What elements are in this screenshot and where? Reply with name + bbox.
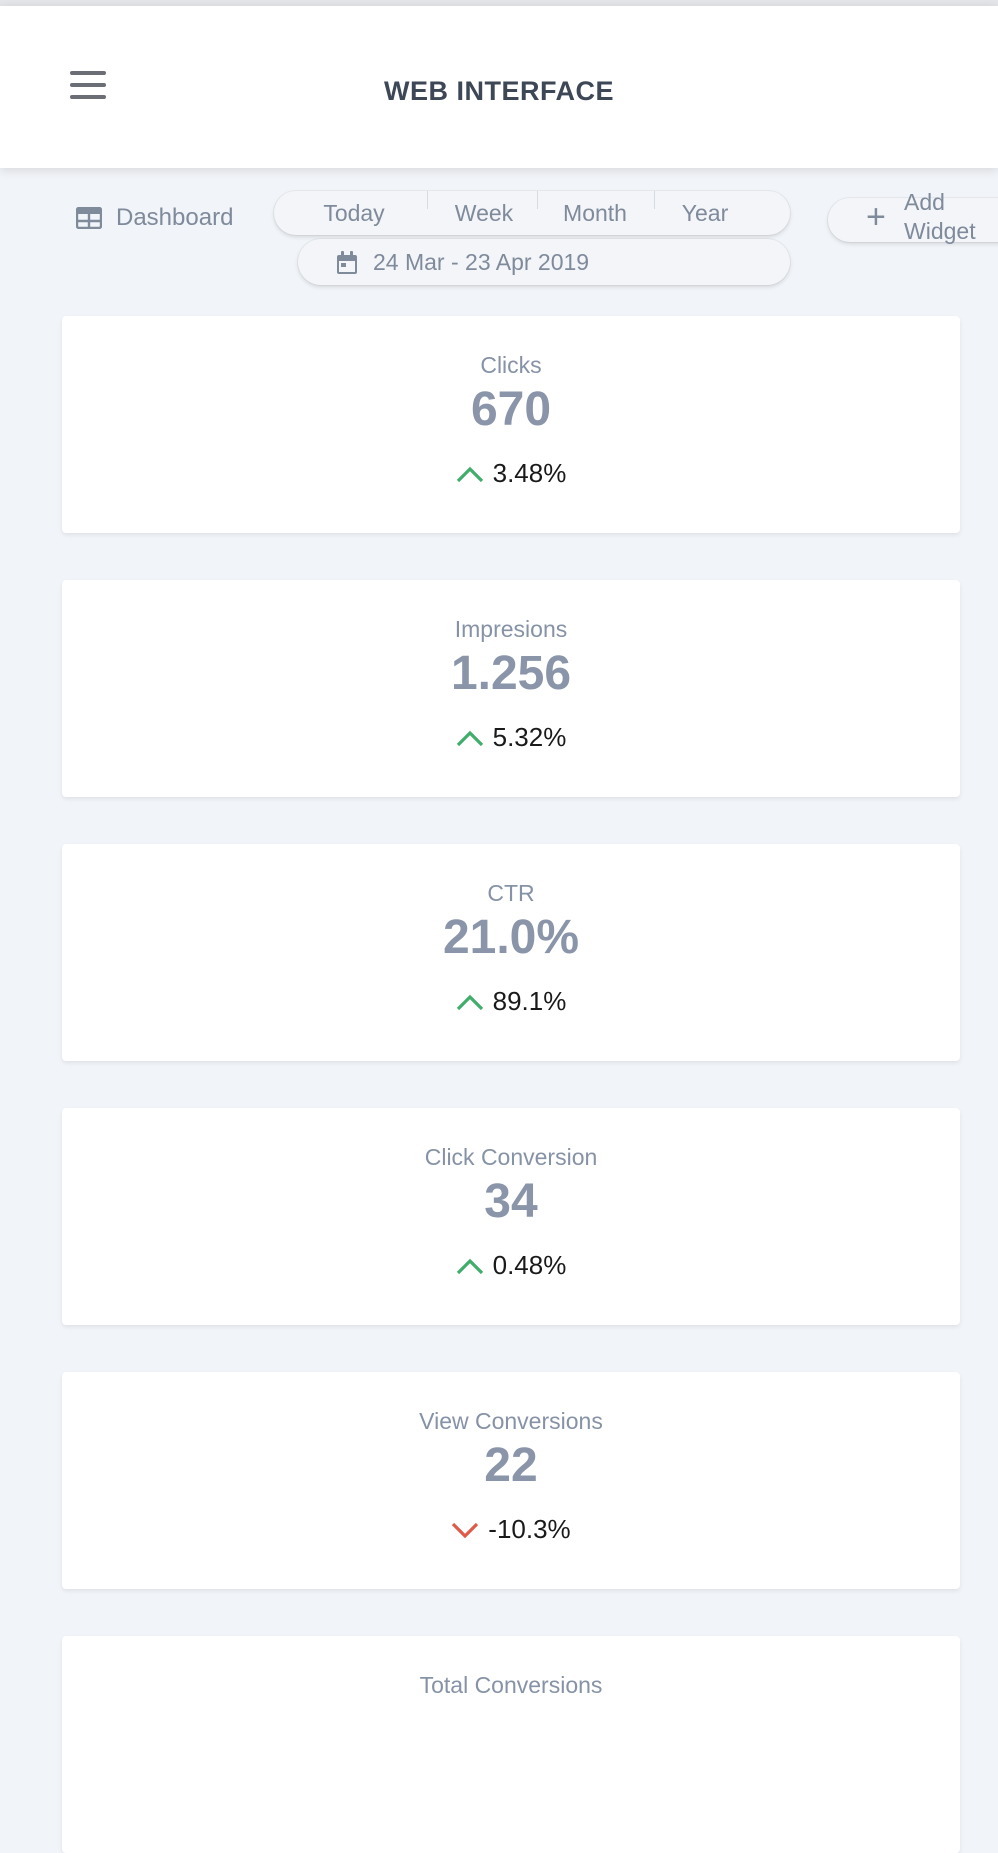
dashboard-link[interactable]: Dashboard bbox=[76, 204, 233, 232]
period-week-button[interactable]: Week bbox=[428, 191, 540, 235]
metric-title: Total Conversions bbox=[419, 1672, 603, 1698]
date-range-picker[interactable]: 24 Mar - 23 Apr 2019 bbox=[298, 239, 790, 285]
metric-value: 34 bbox=[484, 1175, 538, 1228]
date-range-text: 24 Mar - 23 Apr 2019 bbox=[373, 249, 590, 275]
table-icon bbox=[76, 207, 102, 229]
arrow-up-icon bbox=[456, 466, 483, 482]
metric-value: 21.0% bbox=[442, 911, 580, 964]
metric-title: View Conversions bbox=[419, 1408, 603, 1434]
metric-card-impresions: Impresions 1.256 5.32% bbox=[62, 580, 960, 797]
dashboard-label: Dashboard bbox=[116, 204, 234, 231]
metric-title: Impresions bbox=[454, 616, 568, 642]
metric-change-value: 5.32% bbox=[492, 722, 567, 752]
metric-change: -10.3% bbox=[62, 1514, 960, 1545]
plus-icon: + bbox=[866, 198, 886, 236]
app-header: WEB INTERFACE bbox=[0, 6, 998, 168]
metric-title: Clicks bbox=[480, 352, 542, 378]
calendar-icon bbox=[337, 251, 357, 274]
metric-change-value: 89.1% bbox=[492, 986, 567, 1016]
period-today-button[interactable]: Today bbox=[300, 191, 408, 235]
metric-title: Click Conversion bbox=[424, 1144, 598, 1170]
arrow-up-icon bbox=[456, 730, 483, 746]
period-year-button[interactable]: Year bbox=[655, 191, 755, 235]
metric-value: 22 bbox=[484, 1439, 538, 1492]
period-month-button[interactable]: Month bbox=[538, 191, 652, 235]
metric-value: 1.256 bbox=[450, 647, 572, 700]
metric-change-value: -10.3% bbox=[488, 1514, 571, 1544]
metric-change: 3.48% bbox=[62, 458, 960, 489]
metric-value: 670 bbox=[470, 383, 552, 436]
metric-title: CTR bbox=[487, 880, 535, 906]
arrow-up-icon bbox=[456, 1258, 483, 1274]
metric-change-value: 3.48% bbox=[492, 458, 567, 488]
metric-card-clicks: Clicks 670 3.48% bbox=[62, 316, 960, 533]
add-widget-button[interactable]: + Add Widget bbox=[828, 189, 998, 244]
metric-card-ctr: CTR 21.0% 89.1% bbox=[62, 844, 960, 1061]
metric-card-total-conversions: Total Conversions bbox=[62, 1636, 960, 1853]
arrow-up-icon bbox=[456, 994, 483, 1010]
metric-change: 0.48% bbox=[62, 1250, 960, 1281]
metric-card-click-conversion: Click Conversion 34 0.48% bbox=[62, 1108, 960, 1325]
page-title: WEB INTERFACE bbox=[383, 76, 614, 106]
metric-change-value: 0.48% bbox=[492, 1250, 567, 1280]
metric-card-view-conversions: View Conversions 22 -10.3% bbox=[62, 1372, 960, 1589]
arrow-down-icon bbox=[452, 1522, 479, 1538]
metric-change: 89.1% bbox=[62, 986, 960, 1017]
add-widget-label: Add Widget bbox=[904, 189, 976, 244]
period-selector: Today Week Month Year bbox=[274, 191, 790, 235]
metric-change: 5.32% bbox=[62, 722, 960, 753]
